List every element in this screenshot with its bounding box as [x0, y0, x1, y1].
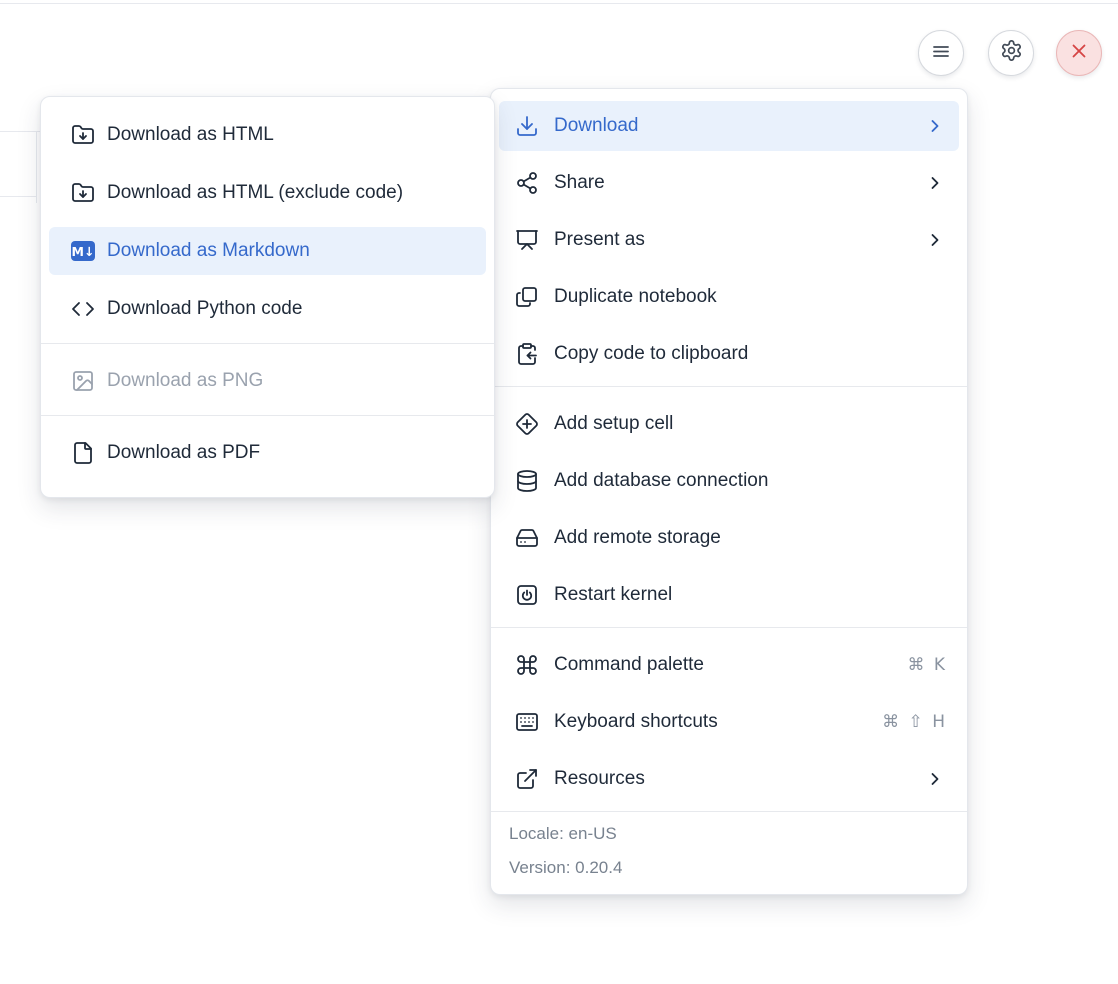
menu-item-present-as[interactable]: Present as [499, 215, 959, 265]
diamond-plus-icon [515, 412, 539, 436]
menu-separator [41, 415, 494, 416]
version-text: Version: 0.20.4 [509, 854, 949, 882]
database-icon [515, 469, 539, 493]
code-icon [71, 297, 95, 321]
menu-item-download-as-markdown[interactable]: M↓ Download as Markdown [49, 227, 486, 275]
external-link-icon [515, 767, 539, 791]
presentation-icon [515, 228, 539, 252]
download-submenu: Download as HTML Download as HTML (exclu… [40, 96, 495, 498]
menu-item-keyboard-shortcuts[interactable]: Keyboard shortcuts ⌘ ⇧ H [499, 697, 959, 747]
background-cell-border [0, 131, 40, 132]
gear-icon [1000, 39, 1023, 67]
power-icon [515, 583, 539, 607]
notebook-menu-button[interactable] [918, 30, 964, 76]
background-cell-border [0, 196, 37, 197]
shortcut-hint: ⌘ K [907, 655, 945, 675]
menu-item-label: Download as HTML [107, 124, 274, 146]
file-icon [71, 441, 95, 465]
menu-item-copy-code[interactable]: Copy code to clipboard [499, 329, 959, 379]
close-button[interactable] [1056, 30, 1102, 76]
menu-item-label: Download as PNG [107, 370, 263, 392]
clipboard-copy-icon [515, 342, 539, 366]
menu-footer: Locale: en-US Version: 0.20.4 [491, 811, 967, 894]
page-top-border [0, 3, 1118, 4]
menu-item-add-remote-storage[interactable]: Add remote storage [499, 513, 959, 563]
notebook-menu: Download Share Present as Duplicate note… [490, 88, 968, 895]
hamburger-icon [929, 39, 953, 68]
copy-icon [515, 285, 539, 309]
folder-down-icon [71, 181, 95, 205]
menu-item-add-setup-cell[interactable]: Add setup cell [499, 399, 959, 449]
menu-item-label: Command palette [554, 654, 704, 676]
menu-item-label: Present as [554, 229, 645, 251]
menu-separator [491, 386, 967, 387]
menu-item-label: Add setup cell [554, 413, 673, 435]
chevron-right-icon [925, 769, 945, 789]
menu-item-duplicate-notebook[interactable]: Duplicate notebook [499, 272, 959, 322]
menu-item-download-as-html-exclude-code[interactable]: Download as HTML (exclude code) [49, 169, 486, 217]
background-cell-border [36, 131, 37, 203]
image-icon [71, 369, 95, 393]
menu-item-add-database-connection[interactable]: Add database connection [499, 456, 959, 506]
menu-item-label: Download Python code [107, 298, 302, 320]
chevron-right-icon [925, 116, 945, 136]
locale-text: Locale: en-US [509, 820, 949, 848]
command-icon [515, 653, 539, 677]
menu-item-label: Duplicate notebook [554, 286, 717, 308]
menu-item-label: Download as HTML (exclude code) [107, 182, 403, 204]
menu-item-label: Download as PDF [107, 442, 260, 464]
markdown-badge-icon: M↓ [71, 239, 95, 263]
menu-separator [491, 627, 967, 628]
menu-item-label: Keyboard shortcuts [554, 711, 718, 733]
shortcut-hint: ⌘ ⇧ H [882, 712, 945, 732]
keyboard-icon [515, 710, 539, 734]
menu-item-download-as-png[interactable]: Download as PNG [49, 357, 486, 405]
menu-item-label: Add remote storage [554, 527, 721, 549]
share-icon [515, 171, 539, 195]
chevron-right-icon [925, 173, 945, 193]
menu-item-label: Restart kernel [554, 584, 672, 606]
menu-item-restart-kernel[interactable]: Restart kernel [499, 570, 959, 620]
menu-separator [41, 343, 494, 344]
menu-item-label: Share [554, 172, 605, 194]
menu-item-label: Resources [554, 768, 645, 790]
hard-drive-icon [515, 526, 539, 550]
menu-item-download-as-pdf[interactable]: Download as PDF [49, 429, 486, 477]
menu-item-label: Copy code to clipboard [554, 343, 748, 365]
menu-item-share[interactable]: Share [499, 158, 959, 208]
folder-down-icon [71, 123, 95, 147]
settings-button[interactable] [988, 30, 1034, 76]
download-icon [515, 114, 539, 138]
menu-item-download-python-code[interactable]: Download Python code [49, 285, 486, 333]
chevron-right-icon [925, 230, 945, 250]
markdown-badge: M↓ [71, 241, 95, 261]
menu-item-label: Add database connection [554, 470, 768, 492]
menu-item-label: Download [554, 115, 639, 137]
close-icon [1068, 40, 1090, 67]
menu-item-download[interactable]: Download [499, 101, 959, 151]
menu-item-command-palette[interactable]: Command palette ⌘ K [499, 640, 959, 690]
menu-item-resources[interactable]: Resources [499, 754, 959, 804]
menu-item-label: Download as Markdown [107, 240, 310, 262]
menu-item-download-as-html[interactable]: Download as HTML [49, 111, 486, 159]
